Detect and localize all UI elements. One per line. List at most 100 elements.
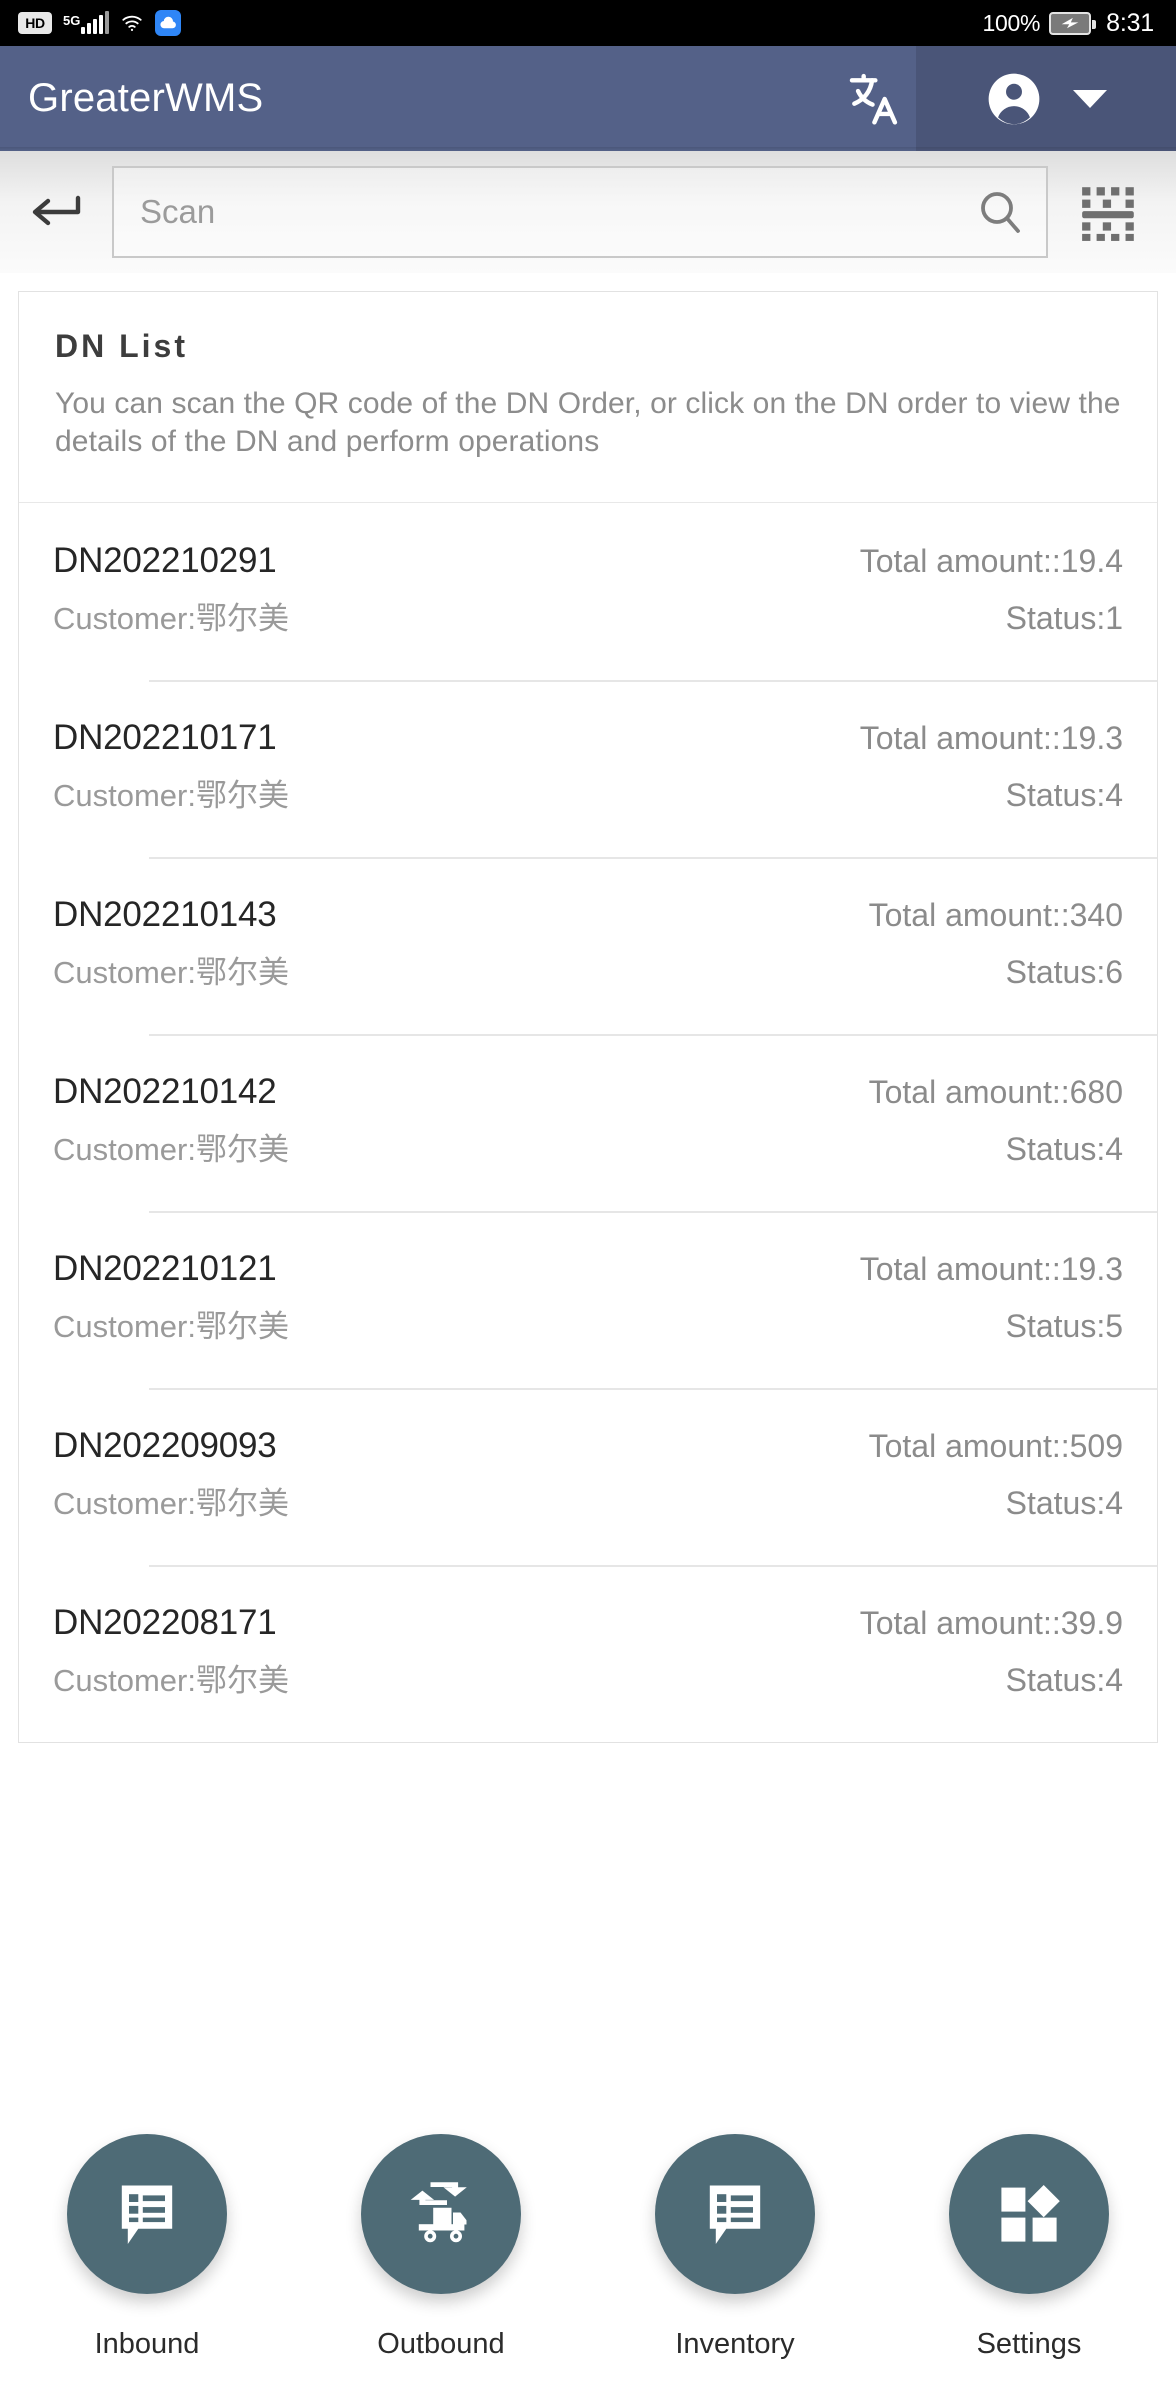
- dn-list-item[interactable]: DN202208171 Total amount::39.9Customer:鄂尔…: [19, 1564, 1157, 1742]
- dn-total-amount: Total amount::340: [868, 896, 1123, 933]
- nav-circle-settings[interactable]: [949, 2134, 1109, 2294]
- search-input[interactable]: [140, 193, 976, 231]
- language-button[interactable]: [830, 46, 916, 151]
- nav-label-settings: Settings: [976, 2328, 1082, 2360]
- signal-bars-glyph: [81, 11, 110, 34]
- dn-list: DN202210291 Total amount::19.4Customer:鄂尔…: [19, 503, 1157, 1742]
- dn-item-primary-row: DN202210142 Total amount::680: [53, 1072, 1123, 1112]
- dn-item-secondary-row: Customer:鄂尔美 Status:4: [53, 1478, 1123, 1523]
- dn-code: DN202210142: [53, 1071, 277, 1111]
- dn-total-amount: Total amount::39.9: [859, 1604, 1123, 1641]
- dn-status: Status:4: [1005, 1130, 1123, 1167]
- dn-total-amount: Total amount::509: [868, 1427, 1123, 1464]
- nav-item-inbound[interactable]: Inbound: [32, 2134, 262, 2361]
- dn-customer: Customer:鄂尔美: [53, 600, 289, 636]
- dn-list-item[interactable]: DN202210142 Total amount::680Customer:鄂尔美…: [19, 1033, 1157, 1211]
- nav-label-outbound: Outbound: [377, 2328, 505, 2360]
- dn-customer: Customer:鄂尔美: [53, 1662, 289, 1698]
- account-menu-button[interactable]: [916, 46, 1176, 151]
- dn-customer: Customer:鄂尔美: [53, 1485, 289, 1521]
- battery-percent-label: 100%: [982, 9, 1041, 36]
- dn-customer: Customer:鄂尔美: [53, 954, 289, 990]
- account-circle-icon: [985, 70, 1043, 128]
- dn-code: DN202209093: [53, 1425, 277, 1465]
- clock-label: 8:31: [1106, 8, 1154, 37]
- dn-item-primary-row: DN202210171 Total amount::19.3: [53, 718, 1123, 758]
- dn-item-primary-row: DN202208171 Total amount::39.9: [53, 1603, 1123, 1643]
- dn-status: Status:5: [1005, 1307, 1123, 1344]
- dn-list-card-header: DN List You can scan the QR code of the …: [19, 292, 1157, 503]
- app-title: GreaterWMS: [28, 76, 264, 120]
- search-toolbar: [0, 151, 1176, 273]
- nav-item-outbound[interactable]: Outbound: [326, 2134, 556, 2361]
- nav-circle-outbound[interactable]: [361, 2134, 521, 2294]
- dn-list-item[interactable]: DN202210143 Total amount::340Customer:鄂尔美…: [19, 856, 1157, 1034]
- transfer-truck-icon: [405, 2178, 477, 2250]
- network-type-label: 5G: [63, 13, 81, 28]
- nav-circle-inventory[interactable]: [655, 2134, 815, 2294]
- list-bubble-icon: [111, 2178, 183, 2250]
- page-description: You can scan the QR code of the DN Order…: [55, 387, 1121, 459]
- dn-total-amount: Total amount::680: [868, 1073, 1123, 1110]
- qr-scan-icon: [1078, 181, 1140, 243]
- search-icon[interactable]: [976, 188, 1024, 236]
- dn-list-item[interactable]: DN202210121 Total amount::19.3Customer:鄂尔…: [19, 1210, 1157, 1388]
- nav-item-inventory[interactable]: Inventory: [620, 2134, 850, 2361]
- dn-item-secondary-row: Customer:鄂尔美 Status:4: [53, 770, 1123, 815]
- dn-code: DN202210143: [53, 894, 277, 934]
- nav-circle-inbound[interactable]: [67, 2134, 227, 2294]
- dn-status: Status:1: [1005, 599, 1123, 636]
- search-field-wrapper[interactable]: [112, 166, 1048, 258]
- nav-label-inbound: Inbound: [94, 2328, 200, 2360]
- dn-list-item[interactable]: DN202209093 Total amount::509Customer:鄂尔美…: [19, 1387, 1157, 1565]
- dn-total-amount: Total amount::19.4: [859, 542, 1123, 579]
- dn-status: Status:4: [1005, 1661, 1123, 1698]
- bottom-navigation: Inbound Outbound Inventory Settings: [0, 2090, 1176, 2400]
- app-root: HD 5G 100% 8:31 GreaterWMS Scan DN List …: [0, 0, 1176, 2400]
- dn-item-primary-row: DN202209093 Total amount::509: [53, 1426, 1123, 1466]
- dn-total-amount: Total amount::19.3: [859, 719, 1123, 756]
- dn-list-item[interactable]: DN202210171 Total amount::19.3Customer:鄂尔…: [19, 679, 1157, 857]
- wifi-icon: [118, 12, 146, 34]
- dn-code: DN202210291: [53, 540, 277, 580]
- page-title: DN List: [55, 328, 188, 364]
- dn-item-secondary-row: Customer:鄂尔美 Status:6: [53, 947, 1123, 992]
- dn-item-primary-row: DN202210143 Total amount::340: [53, 895, 1123, 935]
- signal-bars-icon: 5G: [61, 11, 110, 34]
- dn-item-secondary-row: Customer:鄂尔美 Status:1: [53, 593, 1123, 638]
- dn-code: DN202210121: [53, 1248, 277, 1288]
- translate-icon: [845, 71, 901, 127]
- cloud-icon: [155, 10, 182, 36]
- dn-item-secondary-row: Customer:鄂尔美 Status:5: [53, 1301, 1123, 1346]
- app-header: GreaterWMS: [0, 46, 1176, 151]
- dn-customer: Customer:鄂尔美: [53, 1131, 289, 1167]
- scan-button[interactable]: [1066, 169, 1152, 255]
- status-bar-left: HD 5G: [18, 10, 182, 36]
- dn-list-item[interactable]: DN202210291 Total amount::19.4Customer:鄂尔…: [19, 503, 1157, 680]
- dn-customer: Customer:鄂尔美: [53, 1308, 289, 1344]
- list-bubble-icon: [699, 2178, 771, 2250]
- dn-list-card: DN List You can scan the QR code of the …: [18, 291, 1158, 1743]
- dn-customer: Customer:鄂尔美: [53, 777, 289, 813]
- dn-item-primary-row: DN202210121 Total amount::19.3: [53, 1249, 1123, 1289]
- dn-status: Status:6: [1005, 953, 1123, 990]
- dn-status: Status:4: [1005, 776, 1123, 813]
- dn-code: DN202210171: [53, 717, 277, 757]
- back-button[interactable]: [18, 174, 94, 250]
- nav-label-inventory: Inventory: [675, 2328, 795, 2360]
- dn-status: Status:4: [1005, 1484, 1123, 1521]
- back-arrow-icon: [30, 192, 82, 232]
- content-scroll-area[interactable]: DN List You can scan the QR code of the …: [0, 273, 1176, 2090]
- status-bar: HD 5G 100% 8:31: [0, 0, 1176, 46]
- dn-code: DN202208171: [53, 1602, 277, 1642]
- nav-item-settings[interactable]: Settings: [914, 2134, 1144, 2361]
- dn-item-secondary-row: Customer:鄂尔美 Status:4: [53, 1655, 1123, 1700]
- apps-grid-icon: [993, 2178, 1065, 2250]
- dn-item-primary-row: DN202210291 Total amount::19.4: [53, 541, 1123, 581]
- battery-charging-icon: [1049, 11, 1097, 35]
- status-bar-right: 100% 8:31: [983, 9, 1155, 38]
- chevron-down-icon: [1073, 89, 1107, 108]
- hd-badge-icon: HD: [18, 12, 52, 34]
- dn-total-amount: Total amount::19.3: [859, 1250, 1123, 1287]
- dn-item-secondary-row: Customer:鄂尔美 Status:4: [53, 1124, 1123, 1169]
